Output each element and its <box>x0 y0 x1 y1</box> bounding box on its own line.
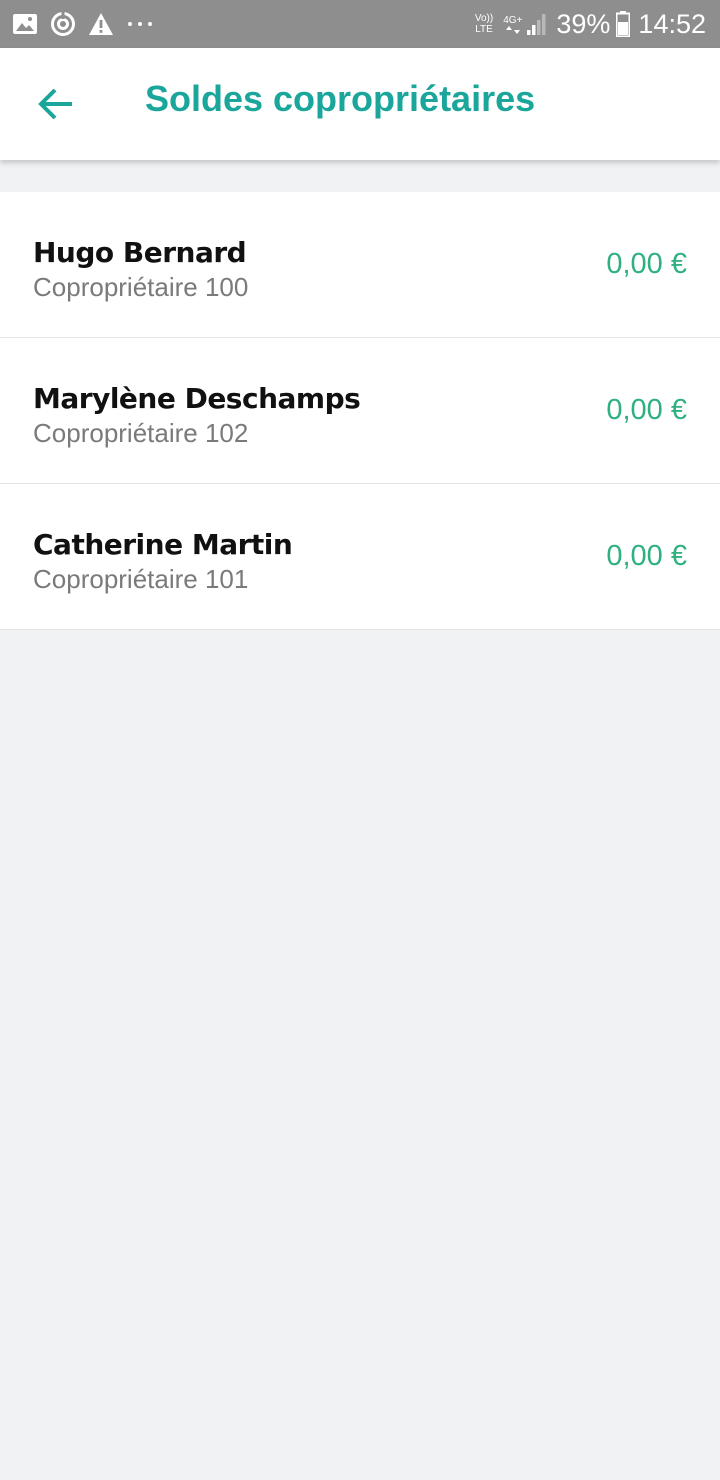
volte-bottom-label: LTE <box>475 24 493 35</box>
system-indicators: Vo)) LTE 4G+ 39% 14:52 <box>475 6 706 42</box>
clock: 14:52 <box>638 8 706 39</box>
owner-name: Catherine Martin <box>33 528 293 561</box>
volte-indicator: Vo)) LTE <box>475 13 493 35</box>
gallery-icon <box>12 12 38 36</box>
sync-icon <box>50 11 76 37</box>
more-dots-icon <box>126 20 154 28</box>
volte-top-label: Vo)) <box>474 13 494 24</box>
list-item[interactable]: Catherine Martin Copropriétaire 101 0,00… <box>0 484 720 630</box>
signal-icon <box>526 12 548 36</box>
back-button[interactable] <box>26 74 86 134</box>
owner-balance: 0,00 € <box>606 394 687 426</box>
owners-list: Hugo Bernard Copropriétaire 100 0,00 € M… <box>0 192 720 630</box>
page-title: Soldes copropriétaires <box>145 78 536 119</box>
status-bar: Vo)) LTE 4G+ 39% 14:52 <box>0 0 720 48</box>
owner-name: Marylène Deschamps <box>33 382 361 415</box>
owner-lot: Copropriétaire 102 <box>33 418 249 448</box>
owner-balance: 0,00 € <box>606 540 687 572</box>
owner-lot: Copropriétaire 101 <box>33 564 249 594</box>
battery-icon <box>616 11 631 37</box>
owner-lot: Copropriétaire 100 <box>33 272 249 302</box>
warning-icon <box>88 12 114 36</box>
list-item[interactable]: Marylène Deschamps Copropriétaire 102 0,… <box>0 338 720 484</box>
list-item[interactable]: Hugo Bernard Copropriétaire 100 0,00 € <box>0 192 720 338</box>
data-activity-icon <box>505 25 520 34</box>
network-type-label: 4G+ <box>503 14 523 26</box>
network-type: 4G+ <box>503 15 522 34</box>
app-bar: Soldes copropriétaires <box>0 48 720 160</box>
battery-percent: 39% <box>556 8 611 39</box>
owner-name: Hugo Bernard <box>33 236 247 269</box>
arrow-left-icon <box>38 88 72 120</box>
owner-balance: 0,00 € <box>606 248 687 280</box>
notification-icons <box>12 8 154 40</box>
